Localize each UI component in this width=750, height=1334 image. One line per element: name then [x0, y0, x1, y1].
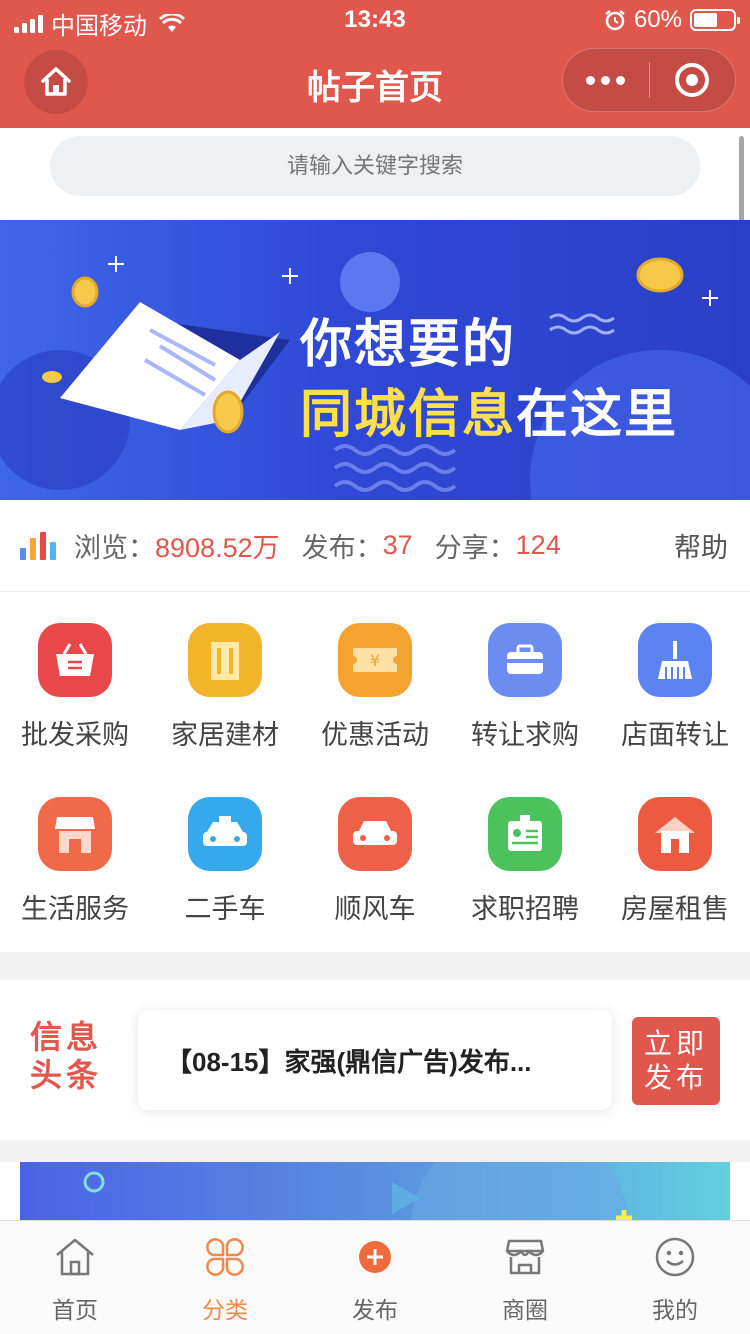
headline-section: 信息 头条 【08-15】家强(鼎信广告)发布... 立即 发布: [0, 980, 750, 1140]
building-icon: [188, 623, 262, 697]
status-right: 60%: [604, 6, 740, 34]
category-item-shop-transfer[interactable]: 店面转让: [600, 592, 750, 762]
stat-views: 浏览： 8908.52万: [74, 526, 280, 565]
category-item-promotions[interactable]: ¥ 优惠活动: [300, 592, 450, 762]
tab-bar: 首页 分类 发布 商圈 我的: [0, 1220, 750, 1334]
alarm-icon: [605, 10, 625, 31]
battery-icon: [690, 9, 740, 31]
badge-icon: [488, 797, 562, 871]
tab-mine[interactable]: 我的: [600, 1221, 750, 1334]
home-icon: [41, 67, 71, 96]
banner-headline-2: 同城信息在这里: [300, 372, 678, 447]
secondary-banner-art: [83, 1162, 632, 1222]
category-item-housing[interactable]: 房屋租售: [600, 766, 750, 936]
tab-category[interactable]: 分类: [150, 1221, 300, 1334]
category-item-jobs[interactable]: 求职招聘: [450, 766, 600, 936]
promo-banner[interactable]: 你想要的 同城信息在这里: [0, 220, 750, 500]
mini-program-capsule: [562, 48, 736, 112]
views-value: 8908.52万: [155, 533, 280, 563]
status-bar: 中国移动 13:43 60%: [0, 0, 750, 40]
section-divider: [0, 952, 750, 980]
svg-text:¥: ¥: [370, 651, 380, 670]
coupon-icon: ¥: [338, 623, 412, 697]
plus-icon: [359, 1241, 391, 1273]
headline-tag: 信息 头条: [30, 1019, 103, 1093]
category-item-carpool[interactable]: 顺风车: [300, 766, 450, 936]
smile-icon: [655, 1237, 695, 1277]
headline-card[interactable]: 【08-15】家强(鼎信广告)发布...: [138, 1010, 612, 1110]
car-icon: [338, 797, 412, 871]
category-icon: [206, 1238, 244, 1276]
category-item-wholesale[interactable]: 批发采购: [0, 592, 150, 762]
toolbox-icon: [488, 623, 562, 697]
house-icon: [638, 797, 712, 871]
stat-posts: 发布： 37: [301, 530, 413, 563]
headline-text: 【08-15】家强(鼎信广告)发布...: [166, 1046, 532, 1077]
search-input[interactable]: [50, 136, 700, 196]
help-link[interactable]: 帮助: [674, 526, 728, 565]
category-item-transfer-purchase[interactable]: 转让求购: [450, 592, 600, 762]
taxi-icon: [188, 797, 262, 871]
category-grid: 批发采购 家居建材 ¥ 优惠活动 转让求购 店面转让 生活服务 二手车 顺风车 …: [0, 592, 750, 952]
stats-bar: 浏览： 8908.52万 发布： 37 分享： 124 帮助: [0, 500, 750, 592]
broom-icon: [638, 623, 712, 697]
posts-value: 37: [382, 530, 413, 560]
banner-highlight: 同城信息: [300, 386, 517, 444]
banner-headline-1: 你想要的: [300, 316, 517, 374]
battery-fill: [694, 13, 717, 27]
stat-shares: 分享： 124: [434, 530, 561, 563]
category-item-life-services[interactable]: 生活服务: [0, 766, 150, 936]
shop-icon: [38, 797, 112, 871]
nav-bar: 帖子首页: [0, 40, 750, 128]
store-icon: [505, 1239, 545, 1275]
tab-home[interactable]: 首页: [0, 1221, 150, 1334]
section-divider-2: [0, 1140, 750, 1162]
category-item-home-materials[interactable]: 家居建材: [150, 592, 300, 762]
home-button[interactable]: [24, 50, 88, 114]
secondary-banner[interactable]: [20, 1162, 730, 1222]
shares-value: 124: [515, 530, 561, 560]
bar-chart-icon: [20, 531, 56, 560]
battery-percent: 60%: [633, 6, 682, 33]
more-button[interactable]: [563, 48, 649, 112]
home-icon: [56, 1238, 94, 1276]
target-icon: [675, 63, 710, 97]
search-bar: [0, 128, 750, 220]
basket-icon: [38, 623, 112, 697]
post-now-button[interactable]: 立即 发布: [632, 1017, 720, 1105]
tab-business[interactable]: 商圈: [450, 1221, 600, 1334]
category-item-used-cars[interactable]: 二手车: [150, 766, 300, 936]
banner-headline-rest: 在这里: [516, 386, 679, 444]
close-button[interactable]: [650, 48, 736, 112]
tab-publish[interactable]: 发布: [300, 1221, 450, 1334]
